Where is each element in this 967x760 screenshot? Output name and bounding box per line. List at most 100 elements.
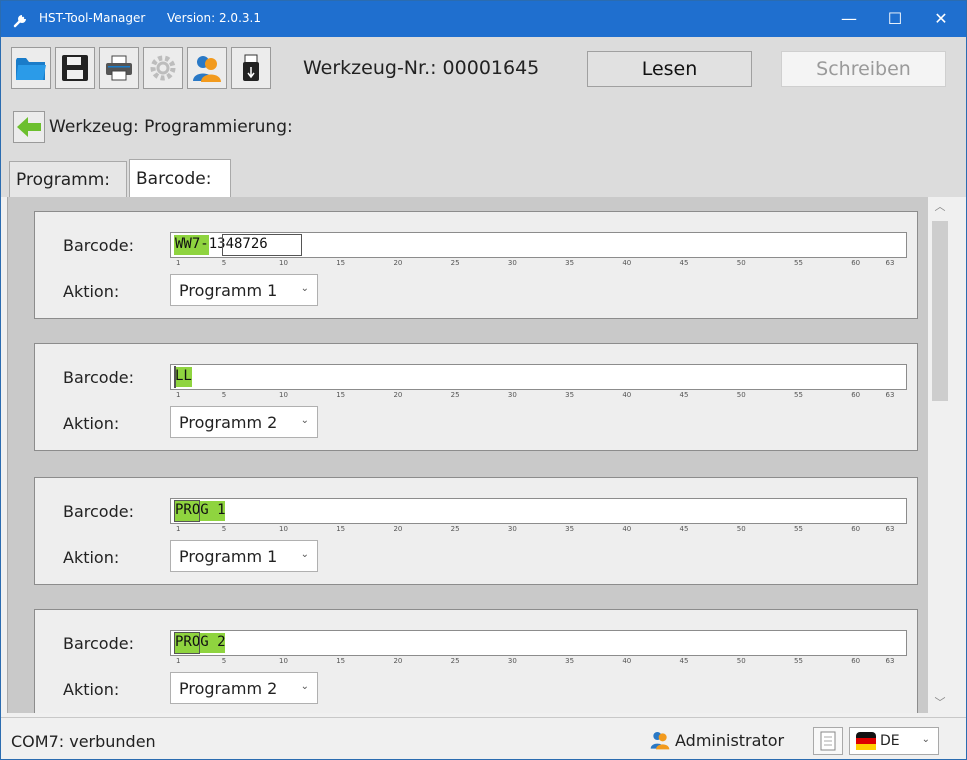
ruler-tick: 45 [679,657,689,665]
barcode-selection [222,234,302,256]
ruler-tick: 5 [221,391,227,399]
usb-stick-icon [243,54,259,81]
ruler-tick: 63 [885,525,895,533]
ruler-tick: 15 [336,259,346,267]
action-value: Programm 1 [179,280,278,300]
save-button[interactable] [55,47,95,89]
user-icon [193,56,221,82]
ruler-tick: 63 [885,657,895,665]
ruler-tick: 10 [279,525,288,533]
ruler-tick: 15 [336,391,346,399]
barcode-list: Barcode: WW7-1348726 1 5 10 15 20 25 30 35 40 45 5… [7,197,928,713]
back-button[interactable] [13,111,45,143]
action-select[interactable]: Programm 1 ⌄ [170,540,318,572]
action-label: Aktion: [63,414,120,433]
barcode-label: Barcode: [63,368,134,387]
text-cursor [174,366,176,388]
chevron-down-icon: ⌄ [300,681,309,692]
barcode-value: LL [175,368,192,384]
page-header: Werkzeug: Programmierung: [1,99,966,155]
write-button[interactable]: Schreiben [781,51,946,87]
action-value: Programm 1 [179,546,278,566]
ruler-tick: 60 [851,259,861,267]
ruler-tick: 20 [393,391,403,399]
settings-icon [150,55,176,81]
character-ruler: 1 5 10 15 20 25 30 35 40 45 50 55 60 63 [170,259,907,269]
current-user: Administrator [649,730,784,750]
barcode-entry: Barcode: PROG 1 1 5 10 15 20 25 30 35 40 45 50 55 60… [34,477,918,585]
scroll-up-icon[interactable]: ︿ [928,197,952,217]
ruler-tick: 40 [622,525,632,533]
language-select[interactable]: DE ⌄ [849,727,939,755]
language-value: DE [880,733,900,749]
ruler-tick: 35 [565,525,575,533]
barcode-selection [174,632,200,654]
barcode-label: Barcode: [63,236,134,255]
ruler-tick: 10 [279,391,288,399]
german-flag-icon [856,732,876,750]
barcode-selection [174,500,200,522]
ruler-tick: 55 [794,391,803,399]
connection-status: COM7: verbunden [11,732,156,751]
ruler-tick: 30 [507,391,517,399]
ruler-tick: 40 [622,259,632,267]
ruler-tick: 1 [176,391,181,399]
window-title: HST-Tool-Manager [39,11,146,25]
ruler-tick: 25 [450,525,460,533]
maximize-button[interactable]: ☐ [872,1,918,37]
close-button[interactable]: ✕ [918,1,964,37]
barcode-entry: Barcode: PROG 2 1 5 10 15 20 25 30 35 40 45 50 55 60… [34,609,918,713]
ruler-tick: 45 [679,525,689,533]
ruler-tick: 55 [794,525,803,533]
save-icon [62,55,88,81]
ruler-tick: 30 [507,657,517,665]
ruler-tick: 50 [736,259,746,267]
ruler-tick: 55 [794,259,803,267]
barcode-input[interactable]: PROG 1 [170,498,907,524]
usb-button[interactable] [231,47,271,89]
read-button[interactable]: Lesen [587,51,752,87]
ruler-tick: 5 [221,525,227,533]
action-value: Programm 2 [179,412,278,432]
ruler-tick: 63 [885,391,895,399]
chevron-down-icon: ⌄ [300,549,309,560]
minimize-button[interactable]: — [826,1,872,37]
tab-barcode[interactable]: Barcode: [129,159,231,197]
ruler-tick: 40 [622,391,632,399]
barcode-input[interactable]: PROG 2 [170,630,907,656]
barcode-input[interactable]: LL [170,364,907,390]
scroll-down-icon[interactable]: ﹀ [928,693,952,713]
barcode-input[interactable]: WW7-1348726 [170,232,907,258]
barcode-entry: Barcode: WW7-1348726 1 5 10 15 20 25 30 35 40 45 5… [34,211,918,319]
user-button[interactable] [187,47,227,89]
ruler-tick: 45 [679,391,689,399]
ruler-tick: 25 [450,391,460,399]
barcode-entry: Barcode: LL 1 5 10 15 20 25 30 35 40 45 50 55 60 63 A… [34,343,918,451]
ruler-tick: 1 [176,657,181,665]
ruler-tick: 55 [794,657,803,665]
ruler-tick: 25 [450,657,460,665]
page-title: Werkzeug: Programmierung: [49,117,293,137]
ruler-tick: 15 [336,525,346,533]
ruler-tick: 30 [507,525,517,533]
ruler-tick: 50 [736,525,746,533]
wrench-icon [13,15,26,28]
document-icon [820,731,836,751]
toolbar: Werkzeug-Nr.: 00001645 Lesen Schreiben [1,37,966,100]
tab-programm[interactable]: Programm: [9,161,127,197]
print-button[interactable] [99,47,139,89]
chevron-down-icon: ⌄ [300,283,309,294]
action-select[interactable]: Programm 2 ⌄ [170,672,318,704]
ruler-tick: 5 [221,657,227,665]
title-bar[interactable]: HST-Tool-Manager Version: 2.0.3.1 — ☐ ✕ [1,1,966,37]
ruler-tick: 60 [851,657,861,665]
action-select[interactable]: Programm 1 ⌄ [170,274,318,306]
log-button[interactable] [813,727,843,755]
scroll-thumb[interactable] [932,221,948,401]
app-window: HST-Tool-Manager Version: 2.0.3.1 — ☐ ✕ [0,0,967,760]
settings-button[interactable] [143,47,183,89]
vertical-scrollbar[interactable]: ︿ ﹀ [928,197,952,713]
open-button[interactable] [11,47,51,89]
action-select[interactable]: Programm 2 ⌄ [170,406,318,438]
chevron-down-icon: ⌄ [921,734,930,745]
